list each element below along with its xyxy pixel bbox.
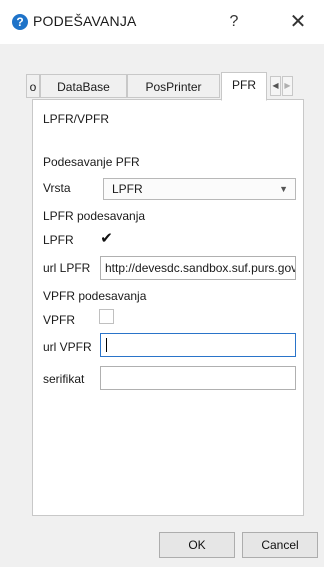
tab-posprinter[interactable]: PosPrinter (127, 74, 220, 98)
tab-partial[interactable]: o (26, 74, 40, 98)
ok-button[interactable]: OK (159, 532, 235, 558)
checkmark-icon: ✔ (100, 230, 113, 247)
title-bar: ? PODEŠAVANJA ? ✕ (0, 0, 324, 44)
url-lpfr-input[interactable]: http://devesdc.sandbox.suf.purs.gov.rs (100, 256, 296, 280)
vrsta-label: Vrsta (43, 181, 71, 195)
url-vpfr-input[interactable] (100, 333, 296, 357)
tab-scroll-left-icon[interactable]: ◀ (270, 76, 281, 96)
tab-bar: o DataBase PosPrinter PFR ◀ ▶ (26, 72, 304, 101)
vrsta-select[interactable]: LPFR ▼ (103, 178, 296, 200)
vpfr-label: VPFR (43, 313, 76, 327)
group-title: LPFR/VPFR (43, 112, 110, 126)
section-pfr-title: Podesavanje PFR (43, 155, 140, 169)
lpfr-checkbox[interactable]: ✔ (99, 231, 114, 246)
tab-scroll-right-icon[interactable]: ▶ (282, 76, 293, 96)
question-circle-icon: ? (12, 14, 28, 30)
serifikat-input[interactable] (100, 366, 296, 390)
text-caret (106, 338, 107, 352)
url-vpfr-label: url VPFR (43, 340, 92, 354)
tab-database[interactable]: DataBase (40, 74, 127, 98)
cancel-button[interactable]: Cancel (242, 532, 318, 558)
window-title: PODEŠAVANJA (33, 13, 137, 29)
url-lpfr-label: url LPFR (43, 261, 91, 275)
vpfr-checkbox[interactable] (99, 309, 114, 324)
chevron-down-icon: ▼ (279, 184, 288, 194)
serifikat-label: serifikat (43, 372, 85, 386)
close-button[interactable]: ✕ (284, 8, 312, 36)
lpfr-label: LPFR (43, 233, 74, 247)
vrsta-value: LPFR (112, 182, 143, 196)
help-button[interactable]: ? (222, 10, 246, 34)
pfr-settings-panel: LPFR/VPFR Podesavanje PFR Vrsta LPFR ▼ L… (32, 99, 304, 516)
section-lpfr-title: LPFR podesavanja (43, 209, 146, 223)
tab-pfr[interactable]: PFR (221, 72, 267, 101)
section-vpfr-title: VPFR podesavanja (43, 289, 147, 303)
